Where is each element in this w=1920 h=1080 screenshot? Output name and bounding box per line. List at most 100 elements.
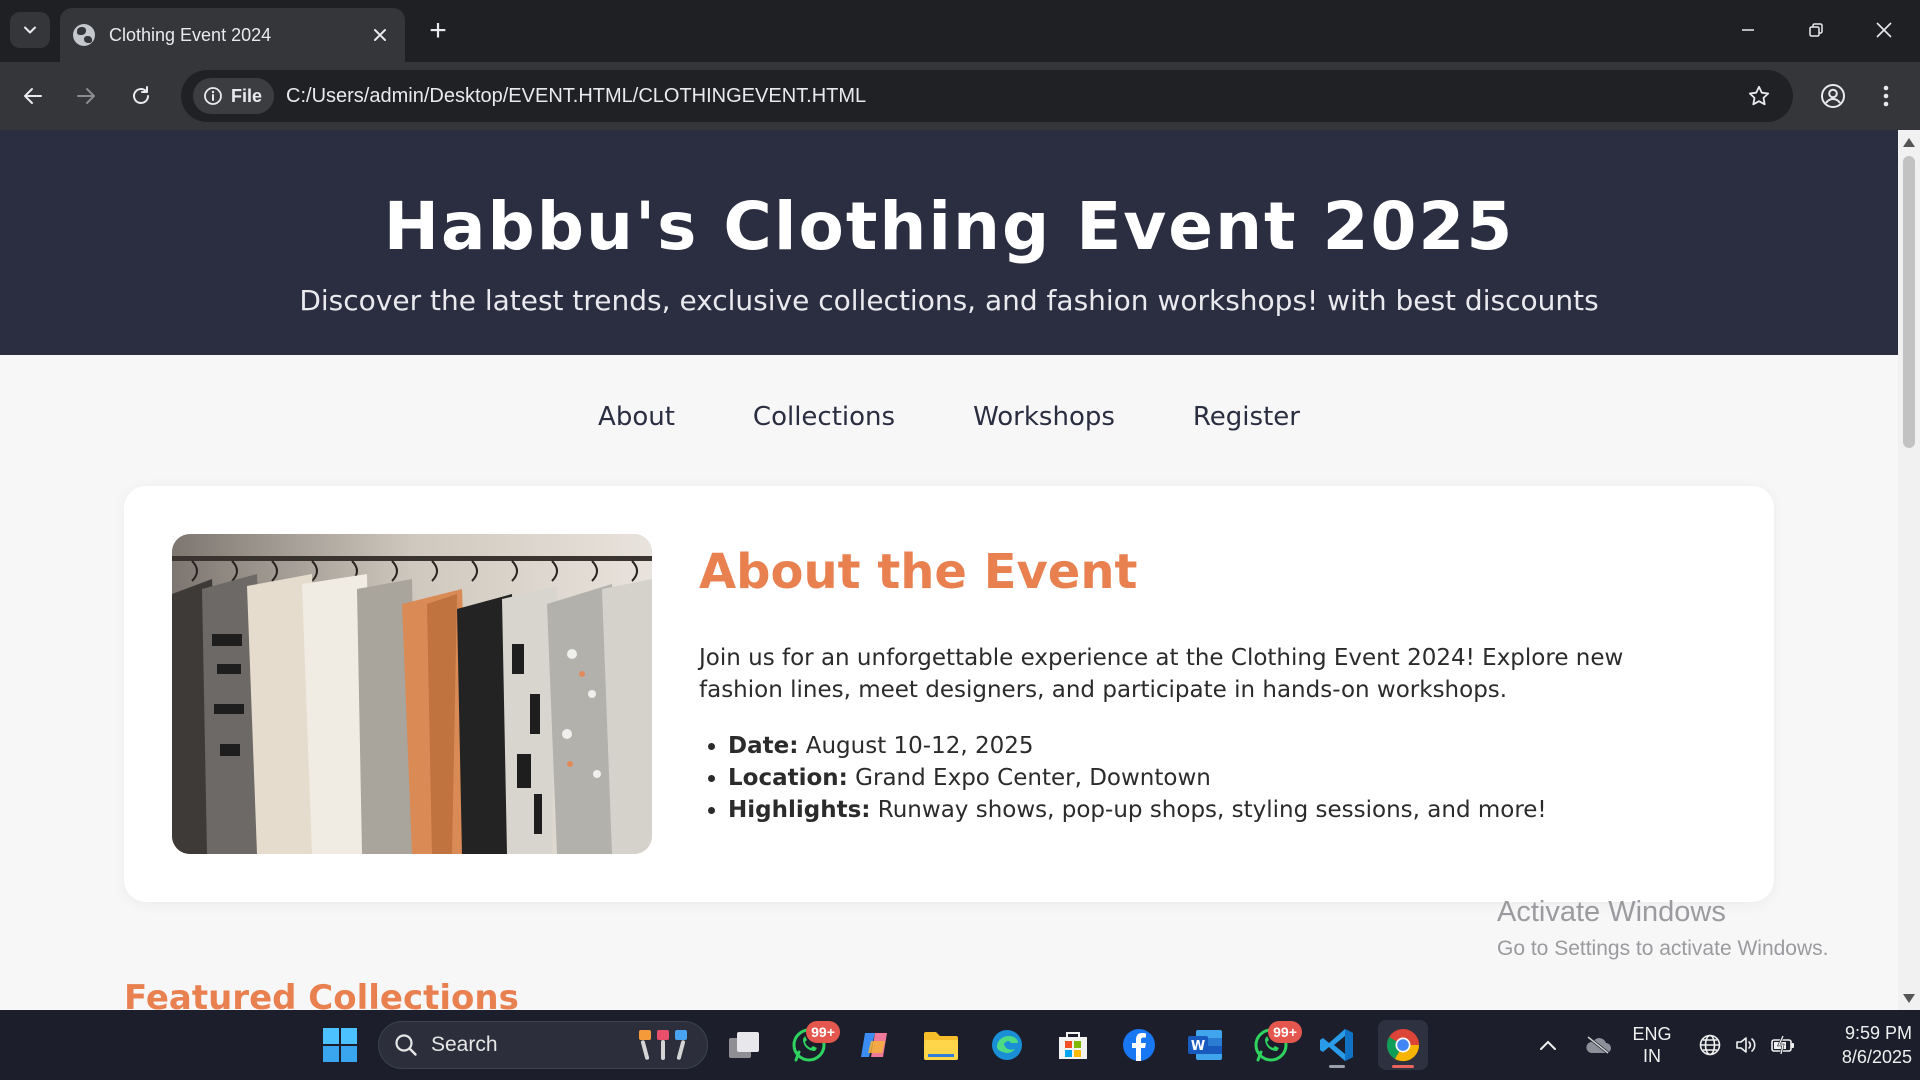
nav-link-collections[interactable]: Collections — [714, 402, 934, 432]
window-close-button[interactable] — [1850, 0, 1918, 60]
cloud-offline-icon — [1586, 1035, 1611, 1055]
vscode-icon — [1320, 1029, 1353, 1061]
chrome-taskbar-button[interactable] — [1378, 1020, 1428, 1070]
store-taskbar-button[interactable] — [1048, 1020, 1098, 1070]
word-icon: W — [1188, 1030, 1222, 1060]
facebook-taskbar-button[interactable] — [1114, 1020, 1164, 1070]
minimize-button[interactable] — [1714, 0, 1782, 60]
activate-windows-watermark: Activate Windows Go to Settings to activ… — [1497, 896, 1829, 961]
address-bar[interactable]: File C:/Users/admin/Desktop/EVENT.HTML/C… — [181, 70, 1793, 122]
hero-title: Habbu's Clothing Event 2025 — [383, 188, 1515, 265]
copilot-icon — [861, 1033, 887, 1057]
forward-button[interactable] — [66, 76, 106, 116]
url-text[interactable]: C:/Users/admin/Desktop/EVENT.HTML/CLOTHI… — [286, 85, 1739, 108]
facebook-icon — [1123, 1029, 1155, 1061]
clock-date: 8/6/2025 — [1841, 1047, 1912, 1067]
show-hidden-icons-button[interactable] — [1530, 1010, 1566, 1080]
clock-time: 9:59 PM — [1844, 1023, 1912, 1043]
windows-logo-icon — [323, 1028, 357, 1062]
scroll-down-arrow-icon[interactable] — [1903, 994, 1915, 1003]
edge-icon — [992, 1030, 1022, 1060]
scroll-up-arrow-icon[interactable] — [1903, 138, 1915, 147]
region-code: IN — [1643, 1046, 1661, 1066]
clock-button[interactable]: 9:59 PM 8/6/2025 — [1806, 1010, 1912, 1080]
browser-toolbar: File C:/Users/admin/Desktop/EVENT.HTML/C… — [0, 62, 1920, 130]
profile-icon — [1821, 84, 1845, 108]
start-button[interactable] — [315, 1020, 365, 1070]
star-icon — [1748, 85, 1770, 106]
chevron-down-icon — [24, 26, 36, 34]
battery-charging-icon — [1771, 1035, 1794, 1055]
copilot-taskbar-button[interactable] — [850, 1020, 900, 1070]
language-code: ENG — [1632, 1024, 1672, 1044]
site-navigation: About Collections Workshops Register — [0, 402, 1898, 432]
minimize-icon — [1742, 29, 1754, 31]
nav-link-register[interactable]: Register — [1154, 402, 1339, 432]
browser-tab[interactable]: Clothing Event 2024 — [60, 8, 405, 62]
reload-button[interactable] — [121, 76, 161, 116]
active-indicator — [1392, 1065, 1414, 1068]
whatsapp-taskbar-button[interactable]: 99+ — [784, 1020, 840, 1070]
detail-value: Grand Expo Center, Downtown — [847, 765, 1211, 791]
site-info-label: File — [231, 85, 263, 106]
language-indicator[interactable]: ENG IN — [1628, 1010, 1676, 1080]
about-card: About the Event Join us for an unforgett… — [124, 486, 1774, 902]
volume-icon — [1736, 1037, 1756, 1053]
edge-taskbar-button[interactable] — [982, 1020, 1032, 1070]
about-title: About the Event — [699, 544, 1138, 600]
quick-settings-button[interactable] — [1692, 1010, 1802, 1080]
back-button[interactable] — [13, 76, 53, 116]
file-explorer-taskbar-button[interactable] — [916, 1020, 966, 1070]
search-label: Search — [431, 1033, 498, 1056]
onedrive-tray-button[interactable] — [1578, 1010, 1618, 1080]
notification-badge: 99+ — [1268, 1021, 1302, 1043]
vscode-taskbar-button[interactable] — [1312, 1020, 1362, 1070]
notification-badge: 99+ — [806, 1021, 840, 1043]
watermark-line-2: Go to Settings to activate Windows. — [1497, 937, 1829, 960]
nav-link-workshops[interactable]: Workshops — [934, 402, 1154, 432]
task-view-icon — [729, 1032, 759, 1058]
detail-label: Date: — [728, 733, 799, 759]
restore-icon — [1809, 23, 1823, 37]
whatsapp-business-taskbar-button[interactable]: 99+ — [1246, 1020, 1302, 1070]
close-icon — [374, 29, 386, 41]
detail-label: Highlights: — [728, 797, 871, 823]
taskbar-search-box[interactable]: Search — [378, 1021, 708, 1069]
detail-value: Runway shows, pop-up shops, styling sess… — [870, 797, 1547, 823]
bookmark-button[interactable] — [1739, 76, 1779, 116]
paint-brushes-icon — [639, 1030, 687, 1060]
new-tab-button[interactable]: + — [420, 13, 456, 49]
info-icon — [204, 87, 222, 105]
chevron-up-icon — [1540, 1040, 1556, 1050]
arrow-right-icon — [77, 88, 95, 104]
tab-search-button[interactable] — [10, 12, 50, 48]
word-taskbar-button[interactable]: W — [1180, 1020, 1230, 1070]
list-item: Date: August 10-12, 2025 — [728, 730, 1708, 762]
profile-button[interactable] — [1813, 76, 1853, 116]
scroll-thumb[interactable] — [1903, 156, 1915, 448]
clothing-rack-illustration — [172, 534, 652, 854]
task-view-button[interactable] — [719, 1020, 769, 1070]
browser-tab-strip: Clothing Event 2024 + — [0, 0, 1920, 62]
svg-text:W: W — [1191, 1039, 1205, 1054]
detail-label: Location: — [728, 765, 848, 791]
arrow-left-icon — [24, 88, 42, 104]
globe-icon — [73, 24, 95, 46]
more-vertical-icon — [1883, 85, 1889, 107]
page-viewport: Habbu's Clothing Event 2025 Discover the… — [0, 130, 1920, 1010]
folder-icon — [924, 1032, 958, 1060]
tab-title: Clothing Event 2024 — [109, 24, 272, 45]
hero-subtitle: Discover the latest trends, exclusive co… — [299, 284, 1599, 317]
microsoft-store-icon — [1059, 1032, 1087, 1059]
reload-icon — [133, 86, 149, 104]
site-info-chip[interactable]: File — [193, 78, 275, 114]
page-scrollbar[interactable] — [1898, 130, 1920, 1010]
list-item: Highlights: Runway shows, pop-up shops, … — [728, 794, 1708, 826]
watermark-line-1: Activate Windows — [1497, 896, 1726, 928]
nav-link-about[interactable]: About — [559, 402, 714, 432]
hero-header: Habbu's Clothing Event 2025 Discover the… — [0, 130, 1898, 355]
restore-button[interactable] — [1782, 0, 1850, 60]
tab-close-button[interactable] — [365, 20, 395, 50]
menu-button[interactable] — [1866, 76, 1906, 116]
detail-value: August 10-12, 2025 — [798, 733, 1034, 759]
